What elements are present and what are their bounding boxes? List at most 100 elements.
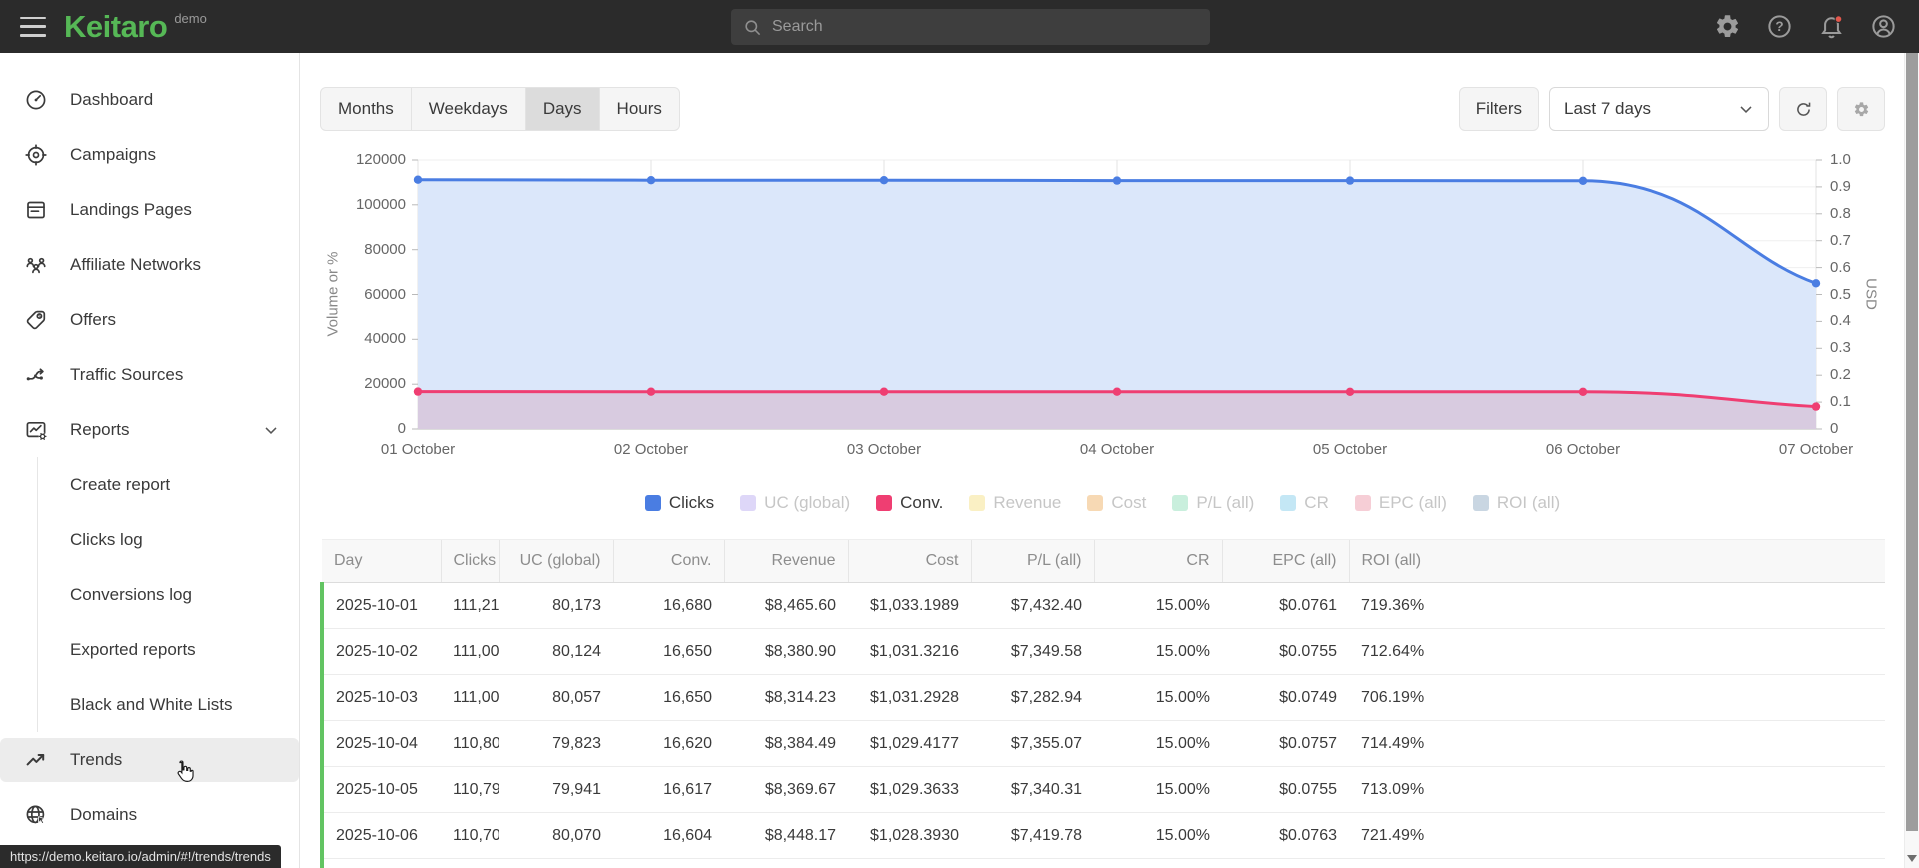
cell-epc-all-: $0.0755 — [1222, 628, 1349, 675]
gear-icon — [1854, 101, 1868, 116]
reports-icon — [26, 421, 47, 440]
tab-weekdays[interactable]: Weekdays — [410, 88, 525, 130]
column-header[interactable]: Cost — [847, 539, 971, 583]
legend-swatch — [1172, 495, 1189, 511]
cell-uc-global-: 79,823 — [499, 720, 613, 767]
tab-months[interactable]: Months — [321, 88, 411, 130]
account-icon[interactable] — [1870, 13, 1897, 40]
cell-cr: 15.00% — [1094, 812, 1222, 859]
tab-hours[interactable]: Hours — [598, 88, 679, 130]
column-header[interactable]: Revenue — [723, 539, 848, 583]
sidebar-item-black-and-white-lists[interactable]: Black and White Lists — [0, 677, 299, 732]
refresh-button[interactable] — [1779, 87, 1827, 131]
sidebar-item-reports[interactable]: Reports — [0, 402, 299, 457]
table-row[interactable]: 2025-10-06 110,70 80,070 16,604 $8,448.17 $1,… — [320, 812, 1885, 859]
search-box[interactable] — [731, 9, 1210, 45]
column-header[interactable]: Clicks — [440, 539, 499, 583]
legend-item-conv-[interactable]: Conv. — [876, 493, 943, 513]
legend-label: P/L (all) — [1196, 493, 1255, 512]
search-input[interactable] — [762, 18, 1210, 36]
cell-cr: 15.00% — [1094, 720, 1222, 767]
cell-epc-all-: $0.0755 — [1222, 766, 1349, 813]
column-header[interactable]: EPC (all) — [1221, 539, 1349, 583]
offers-icon: $ — [26, 310, 46, 329]
date-range-value: Last 7 days — [1564, 99, 1651, 118]
settings-icon[interactable] — [1714, 13, 1741, 40]
table-row[interactable]: 2025-10-04 110,80 79,823 16,620 $8,384.49 $1,… — [320, 720, 1885, 767]
cell-day: 2025-10-07 — [320, 858, 441, 868]
scrollbar[interactable] — [1904, 53, 1919, 868]
table-row[interactable]: 2025-10-01 111,21 80,173 16,680 $8,465.60 $1,… — [320, 582, 1885, 629]
legend-item-roi-all-[interactable]: ROI (all) — [1472, 493, 1560, 513]
sidebar-item-campaigns[interactable]: Campaigns — [0, 127, 299, 182]
cell-revenue: $8,448.17 — [724, 812, 848, 859]
cell-uc-global-: 80,173 — [499, 582, 613, 629]
column-header[interactable]: P/L (all) — [970, 539, 1094, 583]
cell-revenue: $8,465.60 — [724, 582, 848, 629]
column-header[interactable]: Day — [322, 539, 441, 583]
legend-item-revenue[interactable]: Revenue — [969, 493, 1061, 513]
table-row[interactable]: 2025-10-0744,4844,4576,648$3,176.04$386.… — [320, 858, 1885, 868]
cell-revenue: $3,176.04 — [724, 858, 848, 868]
cell-cost: $1,031.2928 — [848, 674, 971, 721]
scroll-down-arrow[interactable] — [1907, 855, 1917, 862]
sidebar-item-label: Domains — [70, 804, 138, 824]
chart-plot-area[interactable] — [412, 159, 1822, 430]
cell-epc-all-: $0.0714 — [1222, 858, 1349, 868]
legend-item-cost[interactable]: Cost — [1087, 493, 1146, 513]
cell-roi-all-: 713.09% — [1349, 766, 1885, 813]
table-row[interactable]: 2025-10-02 111,00 80,124 16,650 $8,380.90 $1,… — [320, 628, 1885, 675]
legend-item-p-l-all-[interactable]: P/L (all) — [1172, 493, 1254, 513]
legend-item-cr[interactable]: CR — [1280, 493, 1329, 513]
domains-icon — [26, 805, 46, 824]
column-header[interactable]: CR — [1093, 539, 1222, 583]
topbar-actions: ? — [1714, 0, 1897, 53]
sidebar-item-clicks-log[interactable]: Clicks log — [0, 512, 299, 567]
cell-roi-all-: 706.19% — [1349, 674, 1885, 721]
cell-revenue: $8,384.49 — [724, 720, 848, 767]
table-row[interactable]: 2025-10-03 111,00 80,057 16,650 $8,314.23 $1,… — [320, 674, 1885, 721]
sidebar-item-landings-pages[interactable]: Landings Pages — [0, 182, 299, 237]
sidebar-item-dashboard[interactable]: Dashboard — [0, 72, 299, 127]
x-axis-label: 06 October — [1545, 441, 1621, 458]
sidebar-item-create-report[interactable]: Create report — [0, 457, 299, 512]
column-header[interactable]: Conv. — [612, 539, 724, 583]
sidebar-item-traffic-sources[interactable]: Traffic Sources — [0, 347, 299, 402]
cell-cr: 15.00% — [1094, 858, 1222, 868]
date-range-select[interactable]: Last 7 days — [1549, 87, 1769, 131]
legend-item-epc-all-[interactable]: EPC (all) — [1354, 493, 1447, 513]
cell-p-l-all-: $7,432.40 — [971, 582, 1094, 629]
brand[interactable]: Keitaro demo — [64, 7, 207, 47]
sidebar-item-trends[interactable]: Trends — [0, 737, 299, 782]
legend-item-clicks[interactable]: Clicks — [644, 493, 714, 513]
landing-pages-icon — [27, 201, 45, 218]
sidebar-item-domains[interactable]: Domains — [0, 787, 299, 842]
legend-swatch — [1280, 495, 1297, 511]
sidebar-item-conversions-log[interactable]: Conversions log — [0, 567, 299, 622]
notification-dot — [1834, 15, 1843, 24]
cell-cost: $1,028.3930 — [848, 812, 971, 859]
notifications-icon[interactable] — [1818, 13, 1845, 40]
x-axis-label: 01 October — [380, 441, 456, 458]
cell-conv-: 16,604 — [613, 812, 724, 859]
y-axis-left-tick: 100000 — [355, 196, 406, 213]
sidebar-item-affiliate-networks[interactable]: Affiliate Networks — [0, 237, 299, 292]
menu-toggle-icon[interactable] — [20, 16, 46, 37]
help-icon[interactable]: ? — [1766, 13, 1793, 40]
sidebar-item-offers[interactable]: $ Offers — [0, 292, 299, 347]
legend-item-uc-global-[interactable]: UC (global) — [740, 493, 850, 513]
tab-days[interactable]: Days — [524, 88, 599, 130]
sidebar-item-label: Affiliate Networks — [70, 254, 202, 274]
table-row[interactable]: 2025-10-05 110,79 79,941 16,617 $8,369.67 $1,… — [320, 766, 1885, 813]
cell-day: 2025-10-04 — [320, 720, 441, 767]
legend-label: EPC (all) — [1378, 493, 1447, 512]
sidebar-item-label: Black and White Lists — [70, 694, 233, 714]
toolbar: Months Weekdays Days Hours Filters Last 7 d… — [320, 87, 1885, 131]
filters-button[interactable]: Filters — [1458, 87, 1539, 131]
chart-settings-button[interactable] — [1837, 87, 1885, 131]
column-header[interactable]: UC (global) — [498, 539, 613, 583]
column-header[interactable]: ROI (all) — [1348, 539, 1885, 583]
sidebar-item-exported-reports[interactable]: Exported reports — [0, 622, 299, 677]
y-axis-right-tick: 0.1 — [1830, 393, 1851, 410]
scrollbar-thumb[interactable] — [1906, 53, 1918, 831]
